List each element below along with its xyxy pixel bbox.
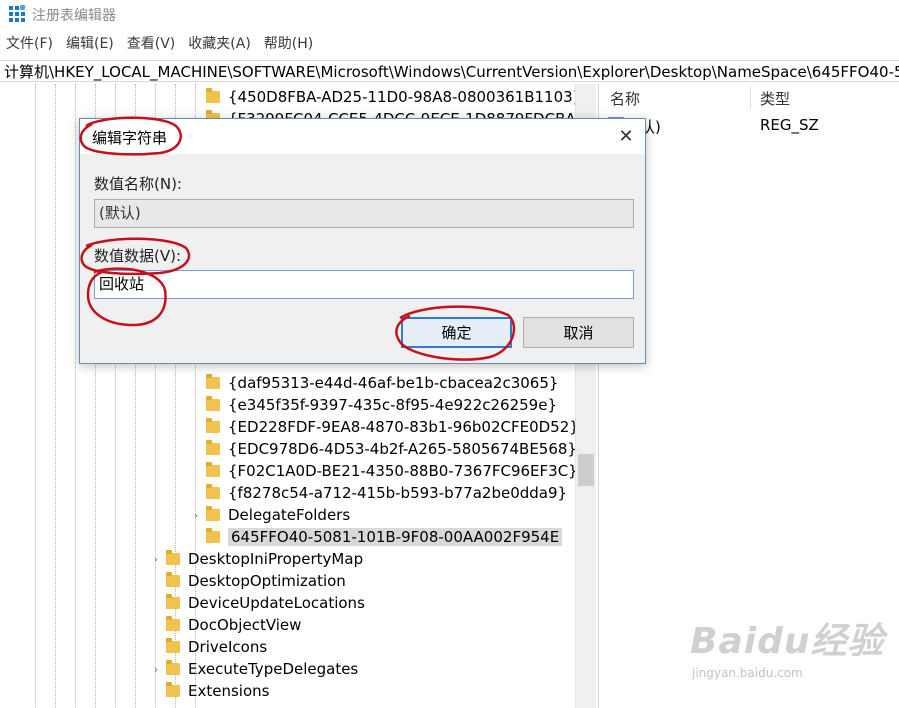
tree-item-label: DriveIcons: [188, 638, 268, 656]
folder-icon: [206, 396, 220, 411]
tree-item-label: {e345f35f-9397-435c-8f95-4e922c26259e}: [228, 396, 557, 414]
expander-placeholder: [190, 460, 202, 482]
dialog-titlebar: 编辑字符串 ✕: [80, 119, 645, 154]
tree-item[interactable]: {F02C1A0D-BE21-4350-88B0-7367FC96EF3C}: [190, 460, 575, 482]
tree-item-label: {F02C1A0D-BE21-4350-88B0-7367FC96EF3C}: [228, 462, 575, 480]
scrollbar-thumb[interactable]: [578, 454, 594, 486]
tree-item[interactable]: {EDC978D6-4D53-4b2f-A265-5805674BE568}: [190, 438, 575, 460]
tree-item[interactable]: › DesktopIniPropertyMap: [150, 548, 363, 570]
folder-icon: [206, 484, 220, 499]
folder-icon: [206, 462, 220, 477]
tree-item-label: {450D8FBA-AD25-11D0-98A8-0800361B1103}: [228, 88, 575, 106]
folder-icon: [206, 374, 220, 389]
expander-placeholder: [190, 394, 202, 416]
menu-favorites[interactable]: 收藏夹(A): [182, 32, 258, 56]
folder-icon: [166, 660, 180, 675]
tree-guide-line: [75, 84, 76, 708]
tree-item-label: DocObjectView: [188, 616, 302, 634]
close-icon[interactable]: ✕: [615, 125, 637, 147]
column-header-type[interactable]: 类型: [760, 88, 790, 109]
expander-placeholder: [150, 680, 162, 702]
tree-item[interactable]: DeviceUpdateLocations: [150, 592, 365, 614]
folder-icon: [206, 418, 220, 433]
tree-item-label: DesktopOptimization: [188, 572, 346, 590]
tree-item[interactable]: {f8278c54-a712-415b-b593-b77a2be0dda9}: [190, 482, 567, 504]
expander-placeholder: [150, 636, 162, 658]
chevron-right-icon[interactable]: ›: [150, 658, 162, 680]
expander-placeholder: [190, 482, 202, 504]
baidu-watermark: Baidu经验 jingyan.baidu.com: [690, 612, 890, 702]
menu-bar: 文件(F) 编辑(E) 查看(V) 收藏夹(A) 帮助(H): [0, 32, 899, 56]
window-title: 注册表编辑器: [32, 8, 116, 24]
tree-item[interactable]: Extensions: [150, 680, 269, 702]
tree-item[interactable]: {ED228FDF-9EA8-4870-83b1-96b02CFE0D52}: [190, 416, 575, 438]
menu-file[interactable]: 文件(F): [0, 32, 60, 56]
tree-item[interactable]: DriveIcons: [150, 636, 267, 658]
value-name-field: (默认): [94, 199, 634, 228]
value-type: REG_SZ: [760, 116, 819, 134]
menu-help[interactable]: 帮助(H): [258, 32, 320, 56]
folder-icon: [166, 682, 180, 697]
tree-guide-line: [55, 84, 56, 708]
menu-view[interactable]: 查看(V): [121, 32, 183, 56]
folder-icon: [166, 594, 180, 609]
folder-icon: [166, 616, 180, 631]
expander-placeholder: [150, 570, 162, 592]
tree-guide-line: [35, 84, 36, 708]
tree-item-label: {f8278c54-a712-415b-b593-b77a2be0dda9}: [228, 484, 568, 502]
edit-string-dialog: 编辑字符串 ✕ 数值名称(N): (默认) 数值数据(V): 回收站 确定 取消: [79, 118, 646, 364]
tree-item-label: {EDC978D6-4D53-4b2f-A265-5805674BE568}: [228, 440, 575, 458]
folder-icon: [166, 638, 180, 653]
tree-item[interactable]: DocObjectView: [150, 614, 301, 636]
column-divider[interactable]: [750, 86, 751, 110]
registry-editor-icon: [9, 5, 26, 22]
ok-button[interactable]: 确定: [401, 317, 512, 348]
tree-item-label: DesktopIniPropertyMap: [188, 550, 364, 568]
expander-placeholder: [150, 614, 162, 636]
expander-placeholder: [190, 438, 202, 460]
tree-item-label: DelegateFolders: [228, 506, 351, 524]
dialog-title: 编辑字符串: [92, 129, 168, 147]
folder-icon: [206, 440, 220, 455]
menu-edit[interactable]: 编辑(E): [60, 32, 121, 56]
column-header-name[interactable]: 名称: [610, 88, 640, 109]
watermark-brand: Baidu经验: [690, 621, 885, 662]
tree-item[interactable]: {450D8FBA-AD25-11D0-98A8-0800361B1103}: [190, 86, 575, 108]
tree-item-selected[interactable]: 645FFO40-5081-101B-9F08-00AA002F954E: [190, 526, 563, 548]
chevron-right-icon[interactable]: ›: [150, 548, 162, 570]
tree-item-label: ExecuteTypeDelegates: [188, 660, 359, 678]
value-name-label: 数值名称(N):: [94, 175, 182, 193]
watermark-url: jingyan.baidu.com: [692, 666, 803, 680]
tree-item-label: 645FFO40-5081-101B-9F08-00AA002F954E: [228, 528, 563, 546]
tree-item-label: DeviceUpdateLocations: [188, 594, 365, 612]
tree-item[interactable]: {daf95313-e44d-46af-be1b-cbacea2c3065}: [190, 372, 558, 394]
tree-item-delegate-folders[interactable]: › DelegateFolders: [190, 504, 350, 526]
folder-open-icon: [206, 528, 220, 543]
tree-item-label: {daf95313-e44d-46af-be1b-cbacea2c3065}: [228, 374, 559, 392]
tree-item-label: {ED228FDF-9EA8-4870-83b1-96b02CFE0D52}: [228, 418, 575, 436]
folder-icon: [206, 506, 220, 521]
address-bar[interactable]: 计算机\HKEY_LOCAL_MACHINE\SOFTWARE\Microsof…: [0, 60, 899, 82]
value-data-input[interactable]: 回收站: [94, 270, 634, 299]
expander-placeholder: [190, 372, 202, 394]
folder-icon: [166, 550, 180, 565]
tree-item[interactable]: DesktopOptimization: [150, 570, 346, 592]
expander-placeholder: [150, 592, 162, 614]
expander-placeholder: [190, 526, 202, 548]
expander-placeholder: [190, 86, 202, 108]
tree-item[interactable]: {e345f35f-9397-435c-8f95-4e922c26259e}: [190, 394, 557, 416]
cancel-button[interactable]: 取消: [523, 317, 634, 348]
folder-icon: [206, 88, 220, 103]
expander-placeholder: [190, 416, 202, 438]
folder-icon: [166, 572, 180, 587]
chevron-right-icon[interactable]: ›: [190, 504, 202, 526]
window-titlebar: 注册表编辑器: [0, 0, 899, 30]
tree-item-label: Extensions: [188, 682, 270, 700]
tree-item[interactable]: › ExecuteTypeDelegates: [150, 658, 358, 680]
value-data-label: 数值数据(V):: [94, 247, 182, 265]
